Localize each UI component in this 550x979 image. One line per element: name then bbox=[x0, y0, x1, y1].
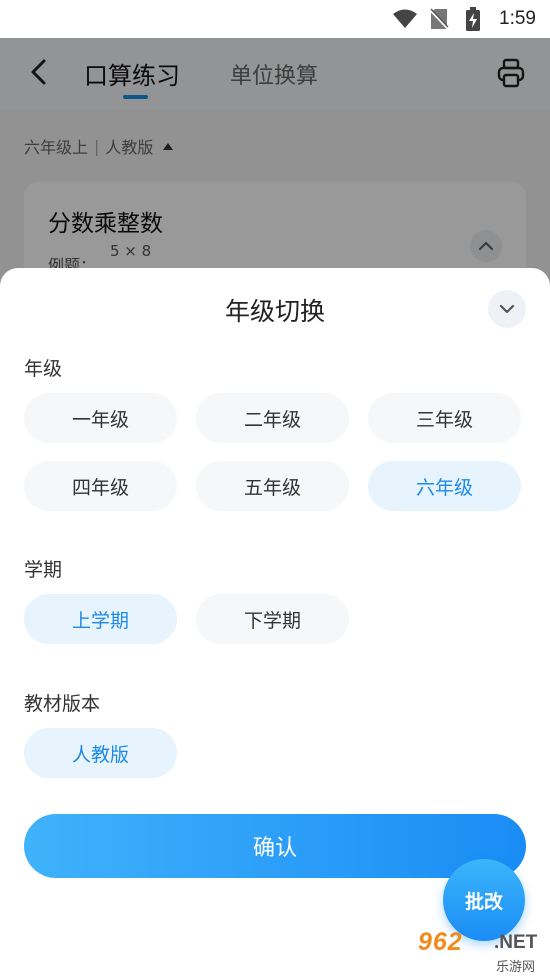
term-option-second[interactable]: 下学期 bbox=[196, 594, 349, 644]
clock: 1:59 bbox=[499, 8, 536, 29]
watermark-tld: .NET bbox=[494, 932, 538, 953]
grade-option-6[interactable]: 六年级 bbox=[368, 461, 521, 511]
edition-option-pep[interactable]: 人教版 bbox=[24, 728, 177, 778]
status-bar: 1:59 bbox=[0, 0, 550, 38]
term-options: 上学期 下学期 bbox=[24, 594, 521, 644]
watermark-sub: 乐游网 bbox=[494, 956, 538, 975]
grade-options: 一年级 二年级 三年级 四年级 五年级 六年级 bbox=[24, 393, 521, 511]
grade-option-1[interactable]: 一年级 bbox=[24, 393, 177, 443]
wifi-icon bbox=[393, 7, 418, 31]
edition-section-label: 教材版本 bbox=[24, 693, 101, 715]
grade-section-label: 年级 bbox=[24, 358, 63, 380]
battery-charging-icon bbox=[461, 7, 485, 31]
no-sim-icon bbox=[427, 7, 451, 31]
grade-option-5[interactable]: 五年级 bbox=[196, 461, 349, 511]
grade-option-4[interactable]: 四年级 bbox=[24, 461, 177, 511]
edition-options: 人教版 bbox=[24, 728, 521, 778]
watermark-logo: 962 .NET 乐游网 bbox=[412, 926, 548, 976]
chevron-down-icon[interactable] bbox=[488, 290, 526, 328]
term-option-first[interactable]: 上学期 bbox=[24, 594, 177, 644]
grade-option-3[interactable]: 三年级 bbox=[368, 393, 521, 443]
term-section-label: 学期 bbox=[24, 559, 63, 581]
watermark-brand: 962 bbox=[418, 928, 463, 956]
grade-option-2[interactable]: 二年级 bbox=[196, 393, 349, 443]
sheet-title: 年级切换 bbox=[224, 297, 325, 326]
confirm-button[interactable]: 确认 bbox=[24, 814, 526, 878]
